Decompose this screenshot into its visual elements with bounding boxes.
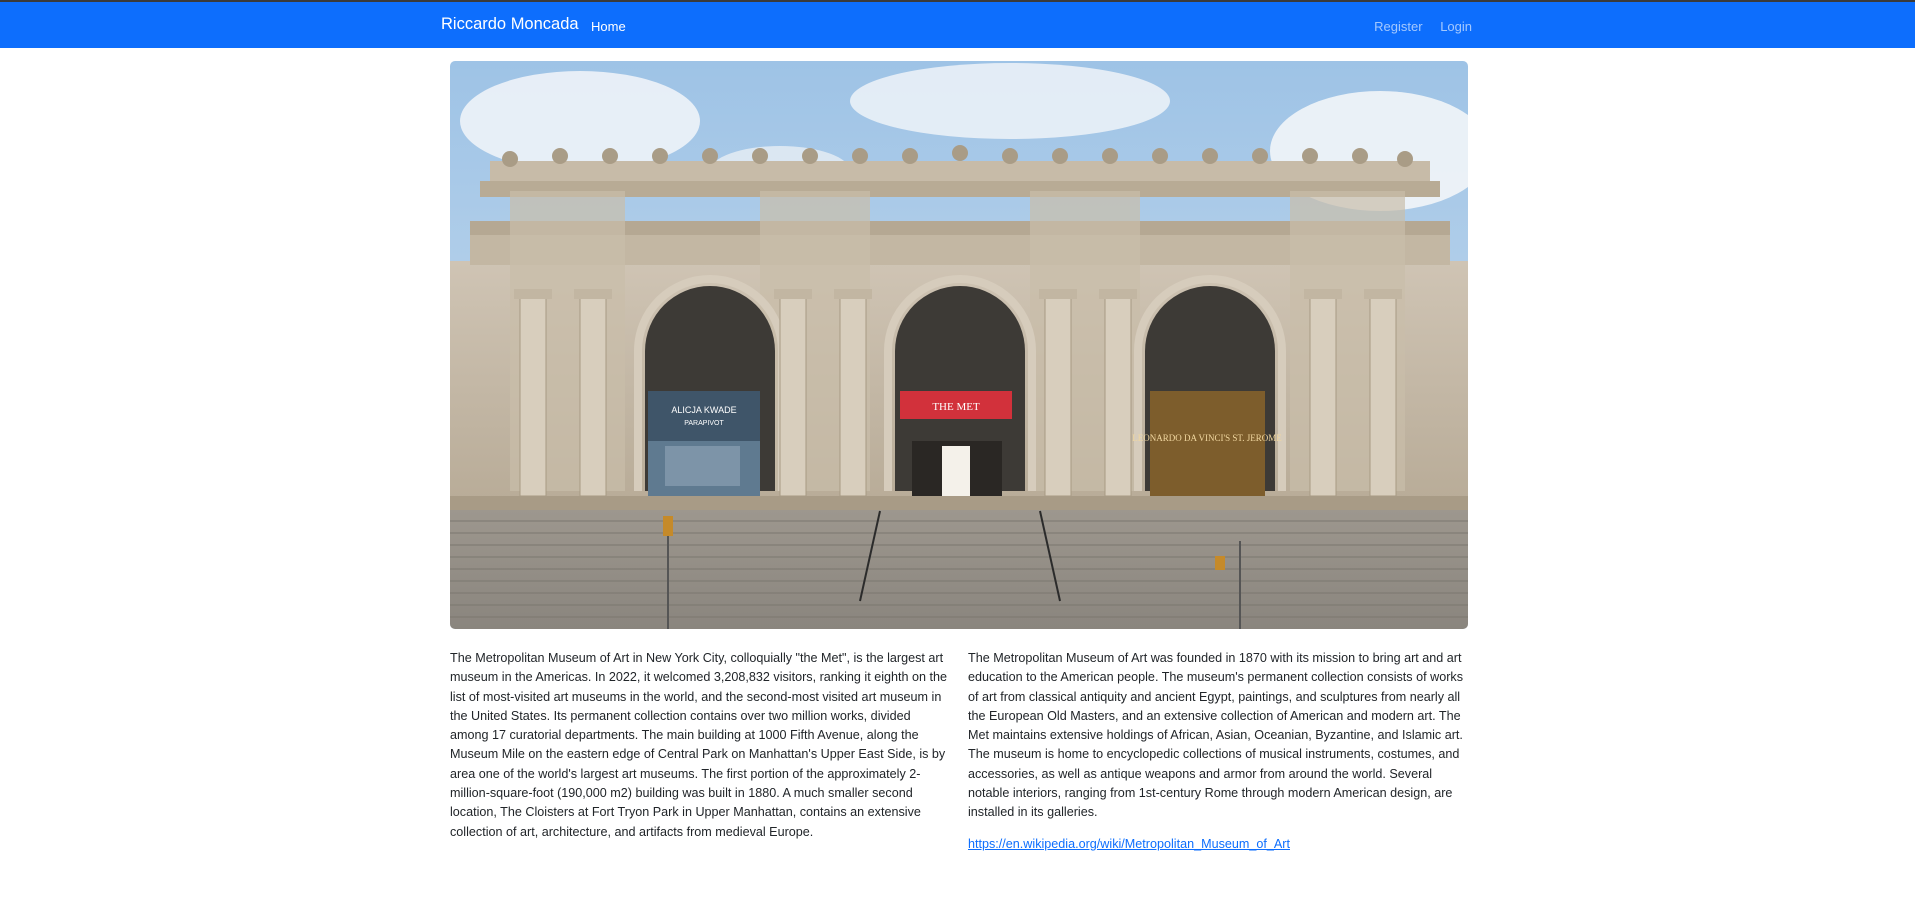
nav-home-link[interactable]: Home	[591, 19, 626, 34]
wikipedia-link[interactable]: https://en.wikipedia.org/wiki/Metropolit…	[968, 835, 1290, 854]
intro-paragraph: The Metropolitan Museum of Art in New Yo…	[450, 651, 948, 839]
svg-text:PARAPIVOT: PARAPIVOT	[684, 420, 724, 427]
history-paragraph: The Metropolitan Museum of Art was found…	[968, 651, 1463, 820]
svg-text:LEONARDO DA VINCI'S ST. JEROME: LEONARDO DA VINCI'S ST. JEROME	[1132, 433, 1282, 443]
banner-left: ALICJA KWADE PARAPIVOT	[648, 391, 760, 496]
content-column-left: The Metropolitan Museum of Art in New Yo…	[450, 649, 950, 842]
hero-image-met-museum: ALICJA KWADE PARAPIVOT THE MET LEONARDO …	[450, 61, 1468, 629]
nav-auth-links: Register Login	[1360, 19, 1472, 34]
navbar: Riccardo Moncada Home Register Login	[0, 2, 1915, 48]
nav-register-link[interactable]: Register	[1374, 19, 1422, 34]
nav-login-link[interactable]: Login	[1440, 19, 1472, 34]
svg-text:ALICJA KWADE: ALICJA KWADE	[671, 405, 736, 415]
content-column-right: The Metropolitan Museum of Art was found…	[968, 649, 1468, 854]
navbar-brand[interactable]: Riccardo Moncada	[441, 15, 579, 34]
svg-text:THE MET: THE MET	[932, 401, 980, 413]
